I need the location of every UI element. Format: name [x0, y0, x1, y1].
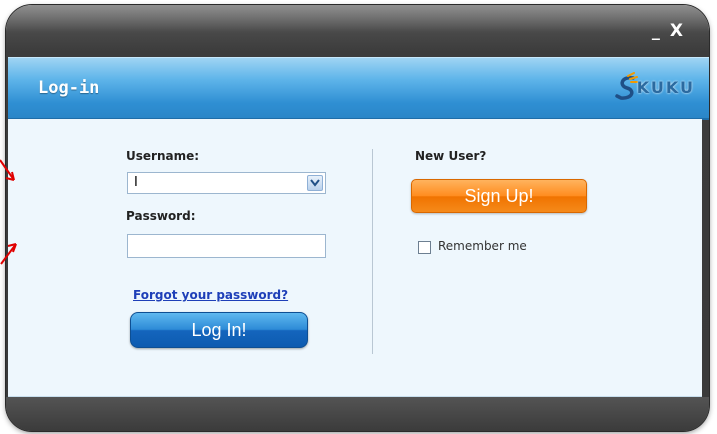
header-banner: Log-in KUKU [8, 57, 709, 120]
logo-text: KUKU [636, 77, 695, 97]
signup-button[interactable]: Sign Up! [411, 179, 587, 213]
username-label: Username: [126, 149, 200, 163]
page-title: Log-in [38, 78, 100, 98]
dropdown-button[interactable] [307, 175, 323, 191]
bottom-bar [6, 397, 709, 431]
password-label: Password: [126, 209, 196, 223]
skuku-logo-icon [615, 72, 638, 100]
logo: KUKU [613, 72, 695, 102]
window-controls: _ X [652, 23, 683, 40]
forgot-password-link[interactable]: Forgot your password? [133, 288, 288, 302]
remember-me-checkbox[interactable] [418, 241, 431, 254]
remember-me-label[interactable]: Remember me [438, 239, 527, 253]
login-panel: Username: I Password: Forgot your passwo… [8, 119, 702, 397]
username-value[interactable]: I [134, 175, 138, 190]
chevron-down-icon [310, 179, 320, 187]
close-button[interactable]: X [670, 23, 683, 40]
username-combobox[interactable]: I [127, 172, 326, 194]
minimize-button[interactable]: _ [652, 23, 660, 39]
titlebar [6, 5, 709, 33]
divider [372, 149, 373, 354]
new-user-label: New User? [415, 149, 487, 163]
login-button[interactable]: Log In! [130, 312, 308, 348]
password-input[interactable] [127, 234, 326, 258]
